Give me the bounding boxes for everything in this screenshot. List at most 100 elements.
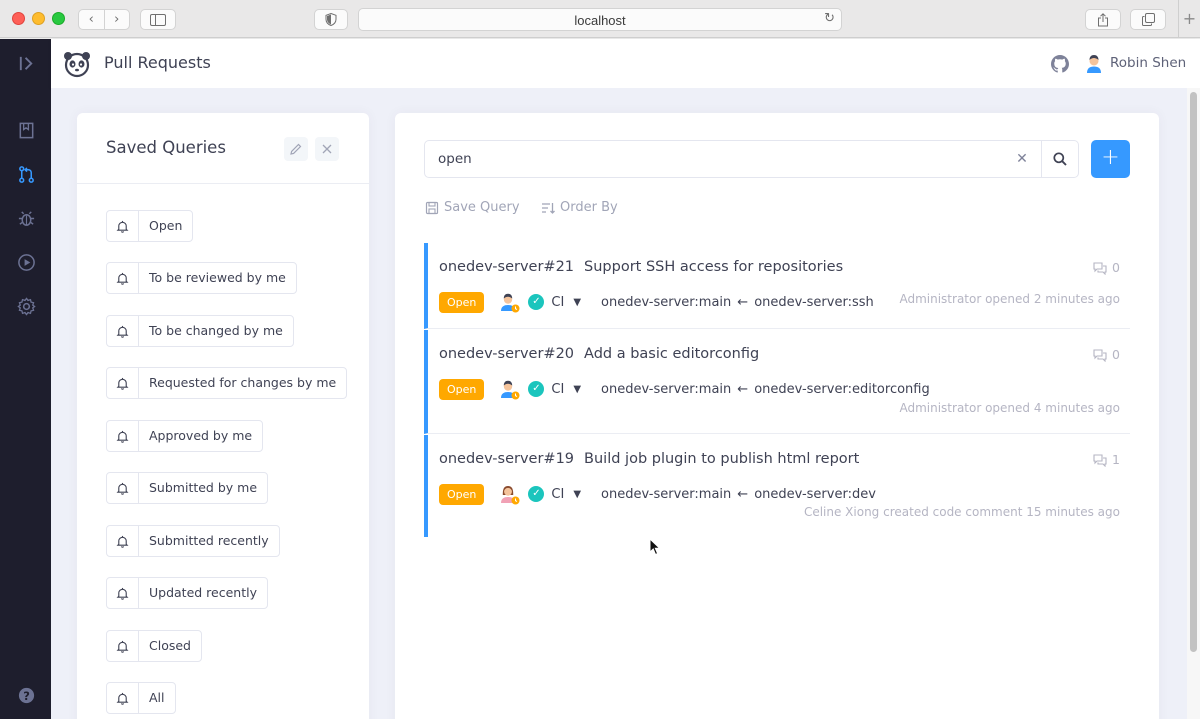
settings-gear-icon[interactable] xyxy=(15,295,37,317)
submitter-avatar[interactable] xyxy=(498,378,520,400)
query-input[interactable] xyxy=(425,141,1003,177)
pull-request-row[interactable]: onedev-server#21 Support SSH access for r… xyxy=(424,243,1130,329)
edit-queries-button[interactable] xyxy=(284,137,308,161)
address-bar[interactable]: localhost ↻ xyxy=(358,8,842,31)
pull-request-row[interactable]: onedev-server#19 Build job plugin to publ… xyxy=(424,435,1130,537)
onedev-logo-icon[interactable] xyxy=(62,49,92,79)
projects-icon[interactable] xyxy=(15,119,37,141)
pr-comments-count[interactable]: 0 xyxy=(1093,260,1120,275)
source-branch[interactable]: onedev-server:editorconfig xyxy=(754,382,930,397)
saved-query-label[interactable]: Approved by me xyxy=(139,421,262,451)
pr-title-link[interactable]: Build job plugin to publish html report xyxy=(584,451,859,467)
pr-number-link[interactable]: onedev-server#21 xyxy=(439,259,574,275)
chevron-down-icon[interactable]: ▼ xyxy=(573,297,581,308)
pr-comments-count[interactable]: 0 xyxy=(1093,347,1120,362)
privacy-shield-button[interactable] xyxy=(314,9,348,30)
expand-sidebar-icon[interactable] xyxy=(15,52,37,74)
ci-success-icon[interactable]: ✓ xyxy=(528,381,545,397)
source-branch[interactable]: onedev-server:ssh xyxy=(754,295,874,310)
pr-number-link[interactable]: onedev-server#19 xyxy=(439,451,574,467)
save-query-button[interactable]: Save Query xyxy=(425,200,520,215)
bell-icon[interactable] xyxy=(107,631,139,661)
saved-query-label[interactable]: Updated recently xyxy=(139,578,267,608)
bell-icon[interactable] xyxy=(107,683,139,713)
page-scrollbar[interactable] xyxy=(1187,88,1200,719)
saved-query-label[interactable]: Submitted by me xyxy=(139,473,267,503)
saved-query-item[interactable]: To be reviewed by me xyxy=(106,262,297,294)
user-avatar[interactable] xyxy=(1083,52,1105,74)
pr-title-link[interactable]: Support SSH access for repositories xyxy=(584,259,843,275)
user-name[interactable]: Robin Shen xyxy=(1110,55,1186,71)
saved-query-label[interactable]: All xyxy=(139,683,175,713)
builds-play-icon[interactable] xyxy=(15,251,37,273)
saved-query-item[interactable]: Submitted by me xyxy=(106,472,269,504)
bell-icon[interactable] xyxy=(107,263,139,293)
submitter-avatar[interactable] xyxy=(498,291,520,313)
chevron-down-icon[interactable]: ▼ xyxy=(573,384,581,395)
bell-icon[interactable] xyxy=(107,526,139,556)
new-pull-request-button[interactable]: + xyxy=(1091,140,1130,178)
close-queries-button[interactable] xyxy=(315,137,339,161)
saved-queries-header: Saved Queries xyxy=(77,113,369,184)
bell-icon[interactable] xyxy=(107,421,139,451)
target-branch[interactable]: onedev-server:main xyxy=(601,487,731,502)
source-branch[interactable]: onedev-server:dev xyxy=(754,487,876,502)
new-tab-button[interactable]: + xyxy=(1178,0,1200,38)
pr-title-link[interactable]: Add a basic editorconfig xyxy=(584,346,759,362)
tabs-overview-button[interactable] xyxy=(1130,9,1166,30)
ci-success-icon[interactable]: ✓ xyxy=(528,486,545,502)
forward-icon[interactable]: › xyxy=(105,10,130,29)
saved-query-item[interactable]: Updated recently xyxy=(106,577,268,609)
saved-query-item[interactable]: Closed xyxy=(106,630,202,662)
chevron-down-icon[interactable]: ▼ xyxy=(573,489,581,500)
pull-request-row[interactable]: onedev-server#20 Add a basic editorconfig… xyxy=(424,330,1130,434)
order-by-button[interactable]: Order By xyxy=(541,200,618,215)
reload-icon[interactable]: ↻ xyxy=(824,11,835,26)
sidebar-toggle-button[interactable] xyxy=(140,9,176,30)
submitter-avatar[interactable] xyxy=(498,483,520,505)
saved-query-label[interactable]: Closed xyxy=(139,631,201,661)
ci-label[interactable]: CI xyxy=(551,487,564,502)
back-icon[interactable]: ‹ xyxy=(79,10,105,29)
close-window-button[interactable] xyxy=(12,12,25,25)
main-content: Saved Queries Open To be reviewed by me … xyxy=(51,88,1187,719)
saved-query-label[interactable]: Open xyxy=(139,211,192,241)
shield-icon xyxy=(325,13,337,26)
bell-icon[interactable] xyxy=(107,368,139,398)
saved-query-item[interactable]: All xyxy=(106,682,176,714)
url-text: localhost xyxy=(574,13,626,28)
saved-query-item[interactable]: Requested for changes by me xyxy=(106,367,348,399)
pr-number-link[interactable]: onedev-server#20 xyxy=(439,346,574,362)
saved-query-label[interactable]: To be reviewed by me xyxy=(139,263,296,293)
issues-bug-icon[interactable] xyxy=(15,207,37,229)
clear-query-icon[interactable]: ✕ xyxy=(1003,141,1041,177)
saved-query-item[interactable]: Submitted recently xyxy=(106,525,280,557)
help-icon[interactable]: ? xyxy=(15,684,37,706)
target-branch[interactable]: onedev-server:main xyxy=(601,295,731,310)
ci-label[interactable]: CI xyxy=(551,295,564,310)
saved-query-label[interactable]: Requested for changes by me xyxy=(139,368,346,398)
ci-label[interactable]: CI xyxy=(551,382,564,397)
github-icon[interactable] xyxy=(1051,55,1069,73)
search-button[interactable] xyxy=(1041,141,1078,177)
bell-icon[interactable] xyxy=(107,211,139,241)
bell-icon[interactable] xyxy=(107,473,139,503)
share-button[interactable] xyxy=(1085,9,1121,30)
bell-icon[interactable] xyxy=(107,578,139,608)
pr-comments-count[interactable]: 1 xyxy=(1093,452,1120,467)
arrow-left-icon: ← xyxy=(737,294,749,310)
bell-icon[interactable] xyxy=(107,316,139,346)
saved-query-label[interactable]: Submitted recently xyxy=(139,526,279,556)
maximize-window-button[interactable] xyxy=(52,12,65,25)
saved-query-item[interactable]: Open xyxy=(106,210,194,242)
scrollbar-thumb[interactable] xyxy=(1190,92,1197,652)
target-branch[interactable]: onedev-server:main xyxy=(601,382,731,397)
saved-query-item[interactable]: Approved by me xyxy=(106,420,264,452)
ci-success-icon[interactable]: ✓ xyxy=(528,294,545,310)
pr-title-line: onedev-server#20 Add a basic editorconfig xyxy=(439,346,759,362)
saved-query-label[interactable]: To be changed by me xyxy=(139,316,293,346)
minimize-window-button[interactable] xyxy=(32,12,45,25)
saved-query-item[interactable]: To be changed by me xyxy=(106,315,294,347)
pull-requests-icon[interactable] xyxy=(15,163,37,185)
comments-icon xyxy=(1093,453,1107,467)
